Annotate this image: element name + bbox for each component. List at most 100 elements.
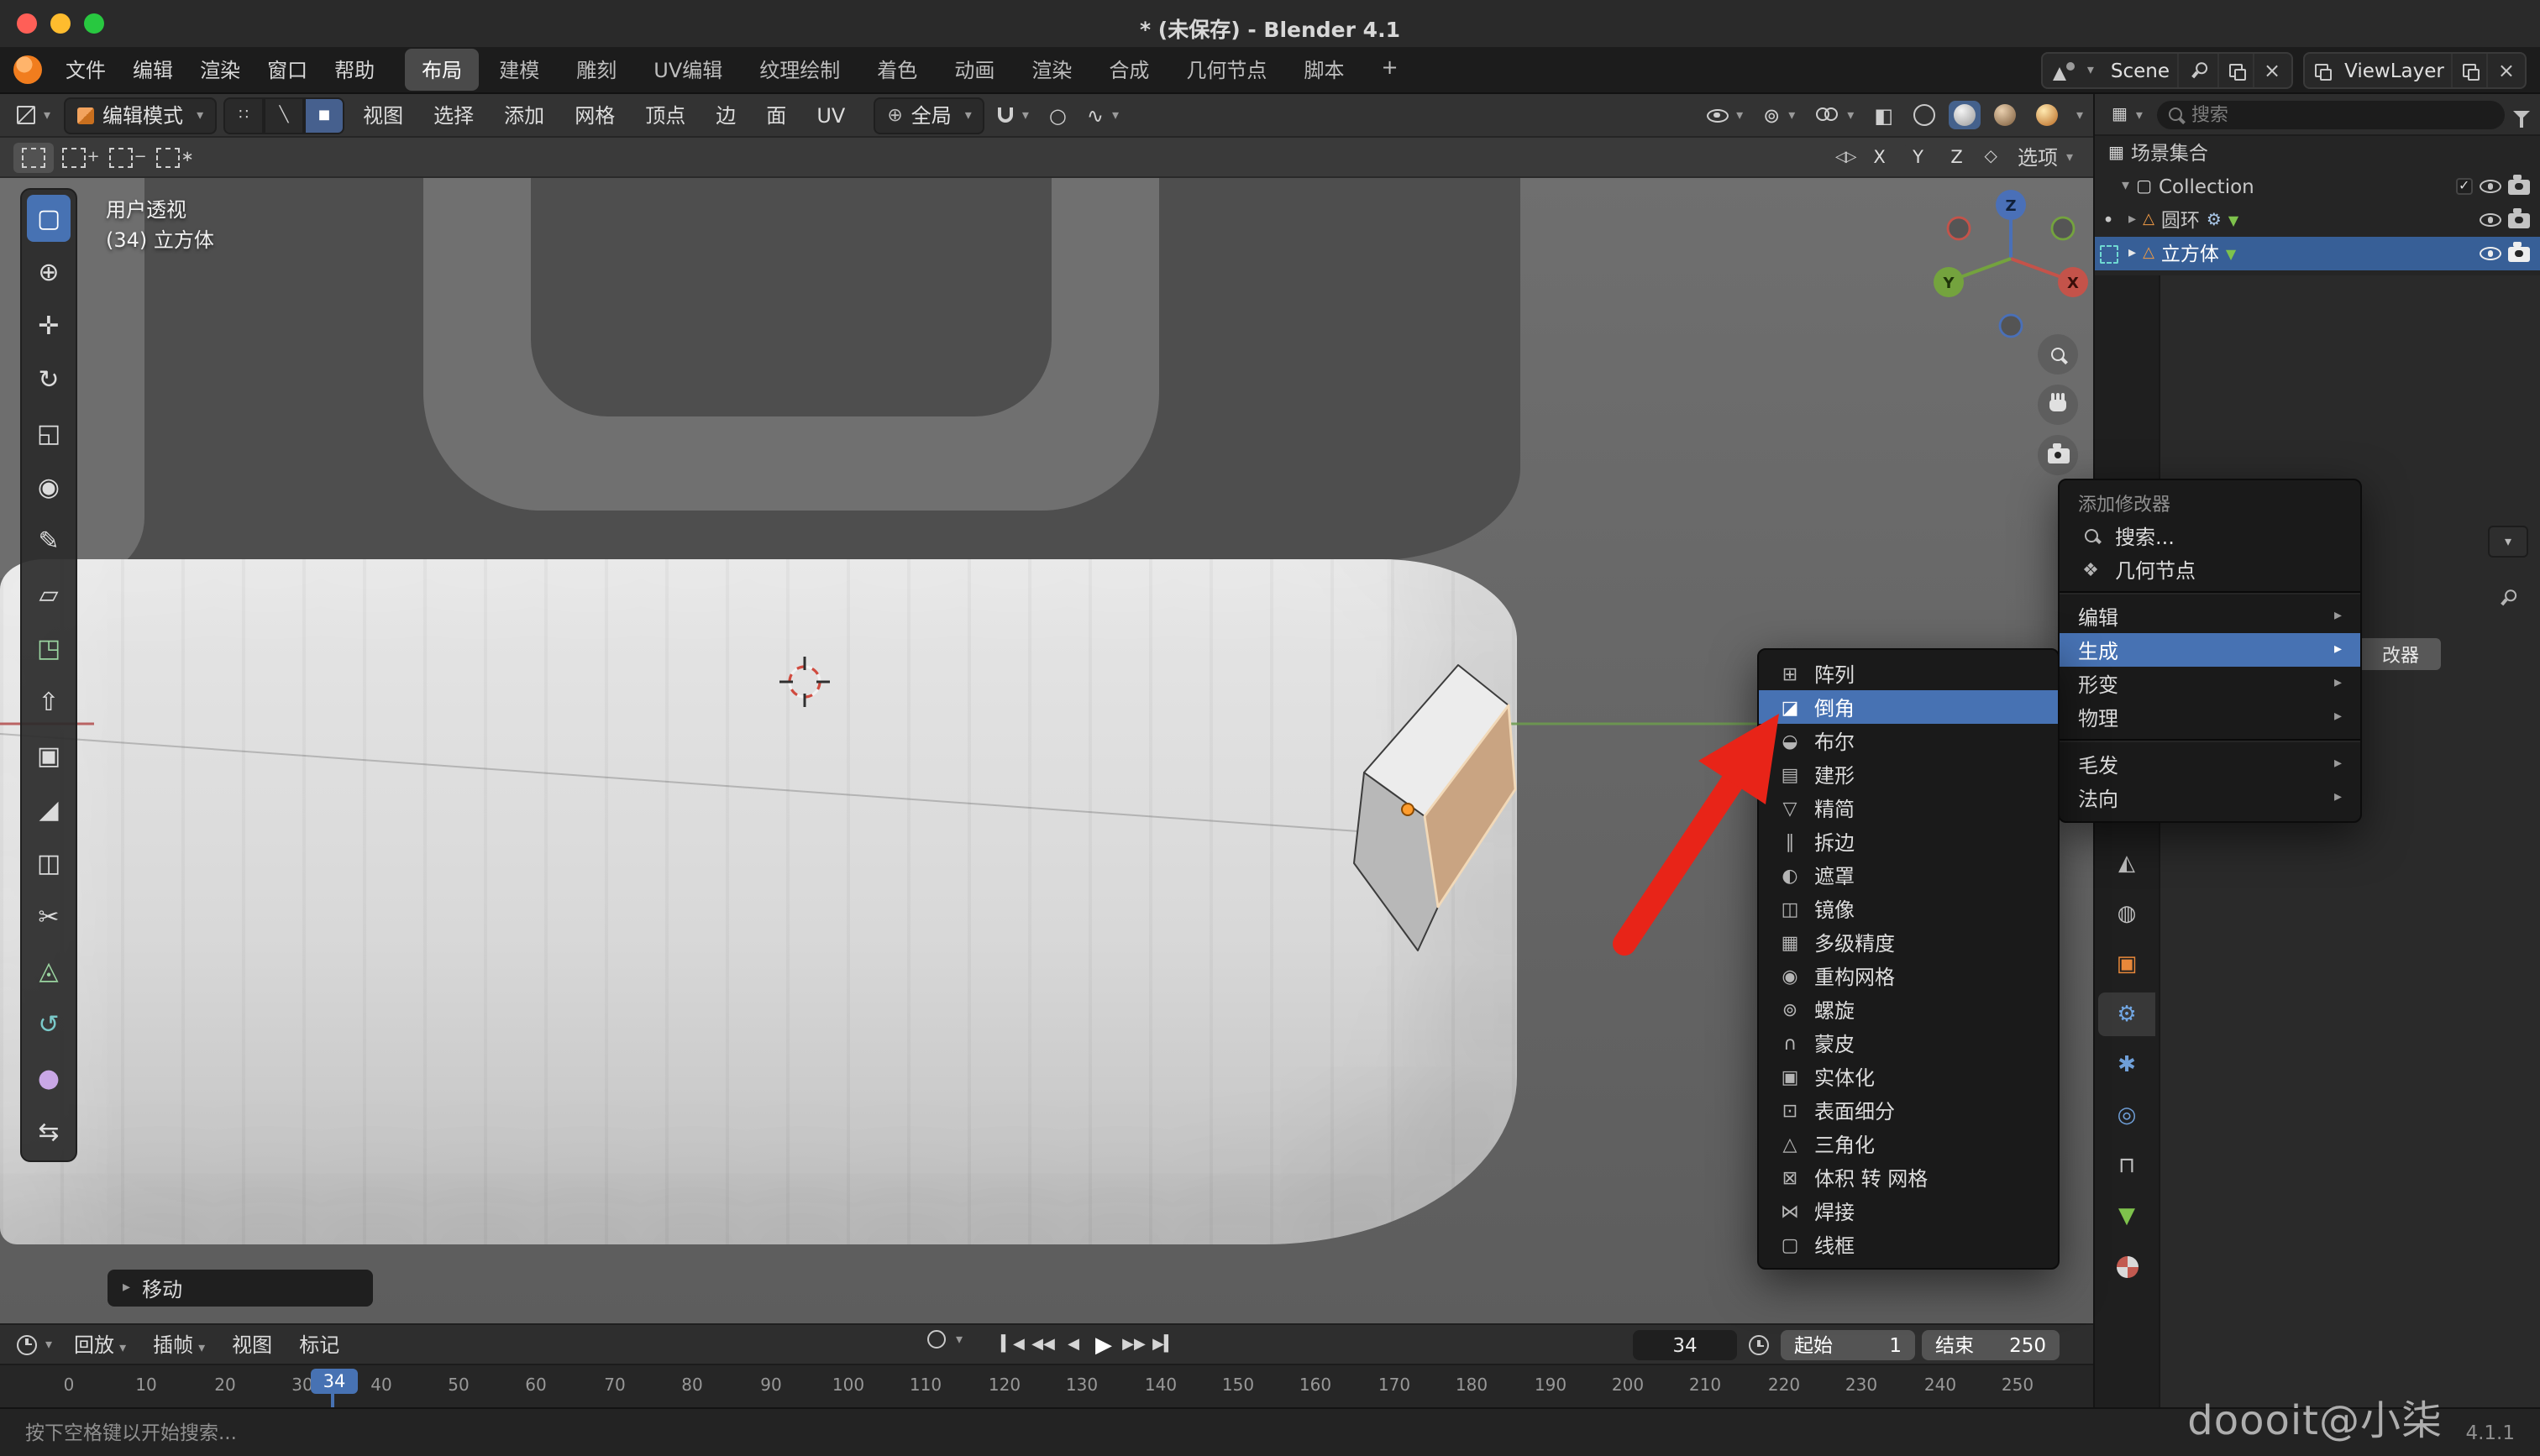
pin-id-icon[interactable] (2495, 584, 2521, 610)
shading-wireframe-button[interactable] (1907, 98, 1942, 132)
select-mode-extend-button[interactable]: + (60, 142, 101, 172)
physics-properties-tab[interactable]: ◎ (2098, 1093, 2155, 1137)
playhead-frame-badge[interactable]: 34 (311, 1369, 358, 1394)
outliner-search-input[interactable]: 搜索 (2158, 100, 2505, 128)
modifier-volume-to-mesh[interactable]: ⊠体积 转 网格 (1759, 1160, 2058, 1194)
hide-eye-icon[interactable] (2480, 180, 2501, 193)
workspace-tab-uv[interactable]: UV编辑 (637, 49, 739, 91)
tool-smooth-icon[interactable]: ● (27, 1055, 71, 1102)
blender-logo-icon[interactable] (13, 55, 42, 84)
material-properties-tab[interactable] (2098, 1244, 2155, 1288)
menu-uv[interactable]: UV (805, 98, 857, 132)
menu-add[interactable]: 添加 (492, 96, 556, 134)
jump-start-button[interactable]: ▍◀ (998, 1330, 1028, 1360)
shading-material-button[interactable] (1987, 98, 2023, 132)
modifier-solidify[interactable]: ▣实体化 (1759, 1060, 2058, 1093)
zoom-button[interactable] (2038, 334, 2078, 374)
scene-new-button[interactable] (2217, 53, 2252, 86)
menu-edge[interactable]: 边 (704, 96, 748, 134)
menu-mesh[interactable]: 网格 (563, 96, 627, 134)
tool-add-cube-icon[interactable]: ◳ (27, 625, 71, 672)
scene-properties-tab[interactable]: ◭ (2098, 841, 2155, 885)
modifier-weld[interactable]: ⋈焊接 (1759, 1194, 2058, 1228)
operator-panel[interactable]: ▸ 移动 (108, 1270, 373, 1307)
tool-extrude-icon[interactable]: ⇧ (27, 678, 71, 725)
geometry-nodes-item[interactable]: ❖ 几何节点 (2060, 553, 2360, 586)
workspace-tab-rendering[interactable]: 渲染 (1015, 49, 1089, 91)
workspace-tab-shading[interactable]: 着色 (860, 49, 934, 91)
modifier-subdivision[interactable]: ⊡表面细分 (1759, 1093, 2058, 1127)
modifier-build[interactable]: ▤建形 (1759, 757, 2058, 791)
particle-properties-tab[interactable]: ✱ (2098, 1043, 2155, 1087)
scene-pin-button[interactable] (2176, 53, 2217, 86)
face-select-button[interactable]: ◼ (304, 97, 344, 134)
outliner-row-collection[interactable]: ▾ ▢ Collection (2095, 170, 2540, 203)
timeline-editor-type-button[interactable]: ▾ (10, 1328, 59, 1361)
hide-eye-icon[interactable] (2480, 213, 2501, 227)
end-frame-field[interactable]: 结束250 (1922, 1330, 2060, 1360)
modifier-triangulate[interactable]: △三角化 (1759, 1127, 2058, 1160)
menu-view-timeline[interactable]: 视图 (220, 1325, 284, 1364)
tool-loop-cut-icon[interactable]: ◫ (27, 840, 71, 887)
workspace-tab-geometry-nodes[interactable]: 几何节点 (1169, 49, 1283, 91)
auto-keying-toggle[interactable]: ▾ (927, 1330, 963, 1349)
snap-base-icon[interactable]: ◇ (1985, 148, 1997, 166)
workspace-tab-compositing[interactable]: 合成 (1092, 49, 1166, 91)
modifier-dropdown-caret[interactable]: ▾ (2488, 526, 2528, 558)
menu-keying[interactable]: 插帧▾ (141, 1325, 217, 1364)
gizmos-button[interactable]: ⊚▾ (1756, 98, 1802, 132)
category-normals[interactable]: 法向▸ (2060, 781, 2360, 814)
object-data-properties-tab[interactable]: ▼ (2098, 1194, 2155, 1238)
expand-caret-icon[interactable]: ▸ (2128, 212, 2136, 228)
hide-eye-icon[interactable] (2480, 247, 2501, 260)
tool-transform-icon[interactable]: ◉ (27, 464, 71, 511)
add-modifier-button-partial[interactable]: 改器 (2360, 638, 2441, 670)
prev-keyframe-button[interactable]: ◀◀ (1028, 1330, 1058, 1360)
modifier-search-item[interactable]: 搜索... (2060, 519, 2360, 553)
tool-cursor-icon[interactable]: ⊕ (27, 249, 71, 296)
tool-spin-icon[interactable]: ↺ (27, 1001, 71, 1048)
jump-end-button[interactable]: ▶▍ (1149, 1330, 1179, 1360)
viewlayer-name[interactable]: ViewLayer (2338, 58, 2451, 81)
modifier-bevel-active[interactable]: ◪倒角 (1759, 690, 2058, 724)
viewlayer-new-button[interactable] (2451, 53, 2486, 86)
select-mode-subtract-button[interactable]: − (108, 142, 148, 172)
menu-marker[interactable]: 标记 (287, 1325, 351, 1364)
snap-toggle-button[interactable]: ▾ (992, 98, 1036, 132)
tool-measure-icon[interactable]: ▱ (27, 571, 71, 618)
tool-rotate-icon[interactable]: ↻ (27, 356, 71, 403)
tool-annotate-icon[interactable]: ✎ (27, 517, 71, 564)
modifier-properties-tab[interactable]: ⚙ (2098, 992, 2155, 1036)
menu-window[interactable]: 窗口 (254, 50, 321, 89)
modifier-skin[interactable]: ∩蒙皮 (1759, 1026, 2058, 1060)
modifier-multires[interactable]: ▦多级精度 (1759, 925, 2058, 959)
timeline-ruler[interactable]: 0 10 20 30 40 50 60 70 80 90 100 110 120… (0, 1364, 2093, 1409)
scene-unlink-button[interactable]: × (2252, 53, 2291, 86)
edge-select-button[interactable]: ╲ (264, 97, 304, 134)
add-workspace-button[interactable]: + (1364, 49, 1414, 91)
expand-caret-icon[interactable]: ▸ (2128, 245, 2136, 262)
camera-view-button[interactable] (2038, 435, 2078, 475)
modifier-mask[interactable]: ◐遮罩 (1759, 858, 2058, 892)
pan-button[interactable] (2038, 385, 2078, 425)
play-button[interactable]: ▶ (1089, 1330, 1119, 1360)
editor-type-button[interactable]: ▾ (10, 98, 57, 132)
modifier-screw[interactable]: ⊚螺旋 (1759, 992, 2058, 1026)
tool-edge-slide-icon[interactable]: ⇆ (27, 1108, 71, 1155)
proportional-falloff-button[interactable]: ∿▾ (1080, 98, 1126, 132)
scene-name[interactable]: Scene (2104, 58, 2176, 81)
category-hair[interactable]: 毛发▸ (2060, 747, 2360, 781)
tool-knife-icon[interactable]: ✂ (27, 893, 71, 940)
filter-icon[interactable] (2513, 110, 2530, 118)
modifier-wireframe[interactable]: ▢线框 (1759, 1228, 2058, 1261)
proportional-edit-button[interactable]: ○ (1042, 98, 1073, 132)
workspace-tab-sculpting[interactable]: 雕刻 (559, 49, 633, 91)
shading-rendered-button[interactable] (2029, 98, 2065, 132)
modifier-boolean[interactable]: ◒布尔 (1759, 724, 2058, 757)
vertex-select-button[interactable]: ∷ (223, 97, 264, 134)
select-mode-intersect-button[interactable]: ∗ (155, 142, 195, 172)
tool-inset-icon[interactable]: ▣ (27, 732, 71, 779)
menu-face[interactable]: 面 (754, 96, 798, 134)
tool-scale-icon[interactable]: ◱ (27, 410, 71, 457)
category-generate-active[interactable]: 生成▸ (2060, 633, 2360, 667)
